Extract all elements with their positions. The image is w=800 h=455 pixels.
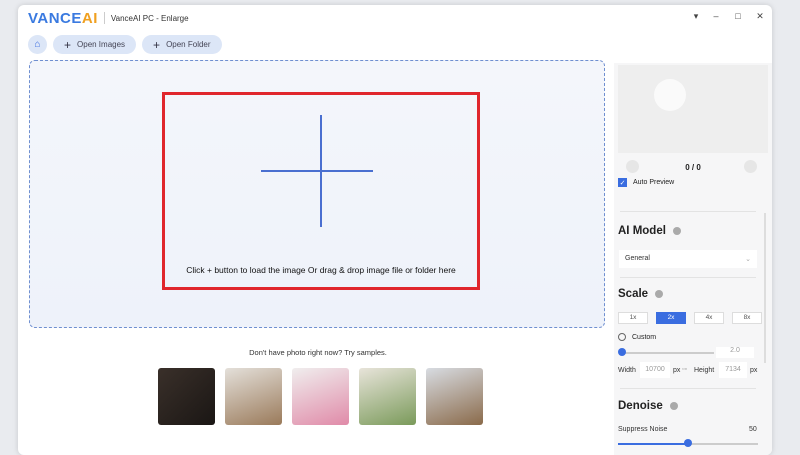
scale-1x[interactable]: 1x xyxy=(618,312,648,324)
sample-thumbnail[interactable] xyxy=(359,368,416,425)
check-icon: ✓ xyxy=(618,178,627,187)
width-label: Width xyxy=(618,367,636,374)
scrollbar[interactable] xyxy=(764,213,766,363)
ai-model-value: General xyxy=(625,255,650,262)
scale-2x[interactable]: 2x xyxy=(656,312,686,324)
open-folder-label: Open Folder xyxy=(166,40,211,49)
open-images-label: Open Images xyxy=(77,40,126,49)
width-input[interactable]: 10700 xyxy=(640,362,670,378)
custom-scale-slider[interactable] xyxy=(620,352,714,354)
sample-thumbnail[interactable] xyxy=(225,368,282,425)
ai-model-heading: AI Model xyxy=(618,225,681,237)
height-input[interactable]: 7134 xyxy=(719,362,747,378)
auto-preview-label: Auto Preview xyxy=(633,179,675,186)
denoise-heading: Denoise xyxy=(618,400,678,412)
denoise-title: Denoise xyxy=(618,400,663,412)
divider xyxy=(620,211,756,212)
divider xyxy=(103,12,105,24)
ai-model-title: AI Model xyxy=(618,225,666,237)
slider-handle[interactable] xyxy=(618,348,626,356)
height-label: Height xyxy=(694,367,715,374)
height-unit: px xyxy=(750,367,758,374)
sample-list xyxy=(158,368,483,425)
samples-prompt: Don't have photo right now? Try samples. xyxy=(249,348,387,357)
scale-heading: Scale xyxy=(618,288,664,300)
link-icon[interactable]: ▫▫ xyxy=(682,366,687,373)
radio-icon xyxy=(618,333,626,341)
open-images-button[interactable]: + Open Images xyxy=(53,35,137,54)
minimize-button[interactable]: – xyxy=(709,11,723,21)
plus-icon: + xyxy=(64,37,72,52)
home-icon: ⌂ xyxy=(34,39,41,50)
ai-model-select[interactable]: General ⌄ xyxy=(619,250,757,268)
add-image-area[interactable]: Click + button to load the image Or drag… xyxy=(162,92,480,290)
window-title: VanceAI PC - Enlarge xyxy=(110,13,189,23)
custom-label: Custom xyxy=(632,333,657,341)
sample-thumbnail[interactable] xyxy=(426,368,483,425)
menu-icon[interactable]: ▾ xyxy=(689,11,703,22)
title-bar: VANCEAI VanceAI PC - Enlarge ▾ – □ ✕ xyxy=(18,5,772,31)
scale-8x[interactable]: 8x xyxy=(732,312,762,324)
plus-icon: + xyxy=(153,37,161,52)
drop-zone[interactable]: Click + button to load the image Or drag… xyxy=(29,60,605,328)
plus-icon-horizontal[interactable] xyxy=(261,170,373,172)
scale-4x[interactable]: 4x xyxy=(694,312,724,324)
info-icon[interactable] xyxy=(655,290,664,298)
settings-panel: 0 / 0 ✓ Auto Preview AI Model General ⌄ Sc… xyxy=(614,63,772,455)
divider xyxy=(620,277,756,278)
custom-scale-input[interactable]: 2.0 xyxy=(716,347,754,358)
suppress-noise-value: 50 xyxy=(749,426,757,433)
placeholder-sun xyxy=(654,79,686,111)
home-button[interactable]: ⌂ xyxy=(28,35,47,54)
slider-handle[interactable] xyxy=(684,439,692,447)
app-window: VANCEAI VanceAI PC - Enlarge ▾ – □ ✕ ⌂ +… xyxy=(18,5,772,455)
suppress-noise-fill xyxy=(618,443,688,445)
width-unit: px xyxy=(673,367,681,374)
custom-radio[interactable]: Custom xyxy=(618,333,656,341)
next-button[interactable] xyxy=(744,160,757,173)
sample-thumbnail[interactable] xyxy=(292,368,349,425)
auto-preview-checkbox[interactable]: ✓ Auto Preview xyxy=(618,178,674,187)
maximize-button[interactable]: □ xyxy=(731,11,745,21)
close-button[interactable]: ✕ xyxy=(753,11,767,22)
open-folder-button[interactable]: + Open Folder xyxy=(142,35,222,54)
sample-thumbnail[interactable] xyxy=(158,368,215,425)
drop-hint: Click + button to load the image Or drag… xyxy=(186,265,456,275)
scale-options: 1x 2x 4x 8x xyxy=(618,312,762,324)
toolbar: ⌂ + Open Images + Open Folder xyxy=(28,35,222,54)
vanceai-logo: VANCEAI xyxy=(28,9,98,27)
suppress-noise-label: Suppress Noise xyxy=(618,426,668,433)
preview-image xyxy=(618,65,768,153)
scale-title: Scale xyxy=(618,288,649,300)
info-icon[interactable] xyxy=(669,402,678,410)
divider xyxy=(620,388,756,389)
chevron-down-icon: ⌄ xyxy=(745,256,751,263)
info-icon[interactable] xyxy=(672,227,681,235)
